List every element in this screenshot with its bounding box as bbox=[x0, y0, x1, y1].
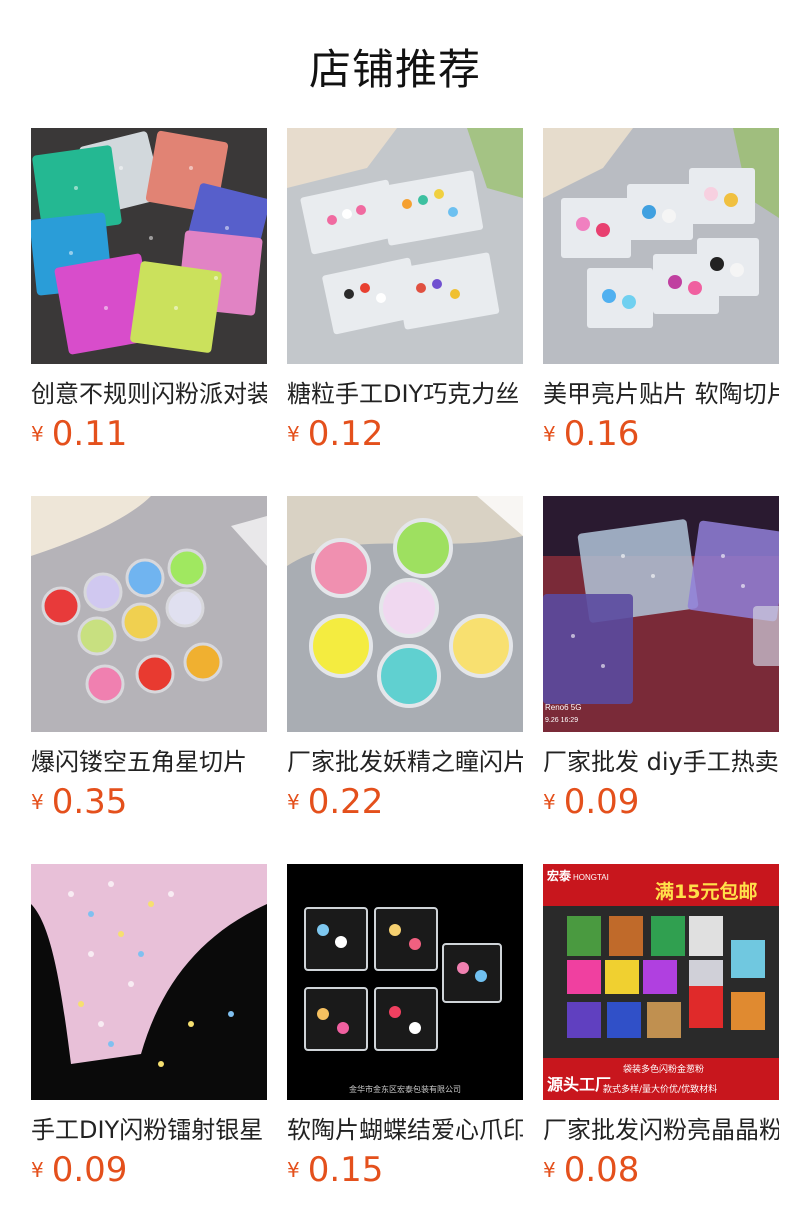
price-value: 0.09 bbox=[563, 782, 640, 822]
product-image[interactable] bbox=[31, 864, 267, 1100]
price-value: 0.11 bbox=[51, 414, 128, 454]
product-name[interactable]: 厂家批发妖精之瞳闪片 bbox=[287, 746, 523, 780]
product-name[interactable]: 厂家批发闪粉亮晶晶粉 bbox=[543, 1114, 779, 1148]
product-price: ¥0.16 bbox=[543, 414, 639, 454]
product-name[interactable]: 手工DIY闪粉镭射银星 bbox=[31, 1114, 267, 1148]
product-image[interactable]: Reno6 5G 9.26 16:29 bbox=[543, 496, 779, 732]
product-card[interactable]: 创意不规则闪粉派对装饰 ¥0.11 bbox=[31, 128, 267, 458]
product-card[interactable]: 美甲亮片贴片 软陶切片 ¥0.16 bbox=[543, 128, 779, 458]
price-value: 0.12 bbox=[307, 414, 384, 454]
product-name[interactable]: 厂家批发 diy手工热卖 bbox=[543, 746, 779, 780]
product-card[interactable]: 爆闪镂空五角星切片 ¥0.35 bbox=[31, 496, 267, 826]
product-card[interactable]: Reno6 5G 9.26 16:29 厂家批发 diy手工热卖 ¥0.09 bbox=[543, 496, 779, 826]
product-price: ¥0.09 bbox=[543, 782, 639, 822]
product-price: ¥0.09 bbox=[31, 1150, 127, 1190]
product-card[interactable]: 手工DIY闪粉镭射银星 ¥0.09 bbox=[31, 864, 267, 1194]
product-image[interactable] bbox=[287, 496, 523, 732]
product-card[interactable]: 糖粒手工DIY巧克力丝 ¥0.12 bbox=[287, 128, 523, 458]
product-image[interactable] bbox=[31, 496, 267, 732]
product-name[interactable]: 爆闪镂空五角星切片 bbox=[31, 746, 267, 780]
currency-symbol: ¥ bbox=[287, 1158, 300, 1182]
product-card[interactable]: 金华市金东区宏泰包装有限公司 软陶片蝴蝶结爱心爪印 ¥0.15 bbox=[287, 864, 523, 1194]
product-card[interactable]: 厂家批发妖精之瞳闪片 ¥0.22 bbox=[287, 496, 523, 826]
price-value: 0.08 bbox=[563, 1150, 640, 1190]
product-image[interactable]: 宏泰 HONGTAI 满15元包邮 源头工厂 袋装多色闪粉金葱粉 款式多样/量大… bbox=[543, 864, 779, 1100]
product-price: ¥0.22 bbox=[287, 782, 383, 822]
currency-symbol: ¥ bbox=[31, 1158, 44, 1182]
brand-logo: 宏泰 bbox=[547, 868, 572, 883]
banner-bottom: 款式多样/量大价优/优致材料 bbox=[603, 1083, 717, 1095]
price-value: 0.16 bbox=[563, 414, 640, 454]
section-title: 店铺推荐 bbox=[308, 45, 481, 94]
product-name[interactable]: 创意不规则闪粉派对装饰 bbox=[31, 378, 267, 412]
currency-symbol: ¥ bbox=[31, 422, 44, 446]
product-price: ¥0.11 bbox=[31, 414, 127, 454]
watermark-device: Reno6 5G bbox=[545, 703, 581, 712]
banner-main: 源头工厂 bbox=[547, 1075, 611, 1094]
watermark-date: 9.26 16:29 bbox=[545, 717, 578, 724]
product-name[interactable]: 糖粒手工DIY巧克力丝 bbox=[287, 378, 523, 412]
price-value: 0.22 bbox=[307, 782, 384, 822]
product-grid: 创意不规则闪粉派对装饰 ¥0.11 糖粒手 bbox=[31, 128, 790, 1232]
product-image[interactable] bbox=[287, 128, 523, 364]
product-card[interactable]: 宏泰 HONGTAI 满15元包邮 源头工厂 袋装多色闪粉金葱粉 款式多样/量大… bbox=[543, 864, 779, 1194]
currency-symbol: ¥ bbox=[31, 790, 44, 814]
product-price: ¥0.12 bbox=[287, 414, 383, 454]
promo-text: 满15元包邮 bbox=[655, 880, 757, 903]
currency-symbol: ¥ bbox=[543, 1158, 556, 1182]
product-price: ¥0.08 bbox=[543, 1150, 639, 1190]
price-value: 0.09 bbox=[51, 1150, 128, 1190]
product-name[interactable]: 美甲亮片贴片 软陶切片 bbox=[543, 378, 779, 412]
currency-symbol: ¥ bbox=[543, 790, 556, 814]
product-name[interactable]: 软陶片蝴蝶结爱心爪印 bbox=[287, 1114, 523, 1148]
price-value: 0.35 bbox=[51, 782, 128, 822]
product-price: ¥0.35 bbox=[31, 782, 127, 822]
product-price: ¥0.15 bbox=[287, 1150, 383, 1190]
product-image[interactable] bbox=[543, 128, 779, 364]
currency-symbol: ¥ bbox=[287, 422, 300, 446]
banner-top: 袋装多色闪粉金葱粉 bbox=[623, 1063, 704, 1075]
currency-symbol: ¥ bbox=[287, 790, 300, 814]
watermark-company: 金华市金东区宏泰包装有限公司 bbox=[349, 1084, 461, 1094]
brand-logo-en: HONGTAI bbox=[573, 873, 609, 882]
currency-symbol: ¥ bbox=[543, 422, 556, 446]
product-image[interactable] bbox=[31, 128, 267, 364]
price-value: 0.15 bbox=[307, 1150, 384, 1190]
product-image[interactable]: 金华市金东区宏泰包装有限公司 bbox=[287, 864, 523, 1100]
